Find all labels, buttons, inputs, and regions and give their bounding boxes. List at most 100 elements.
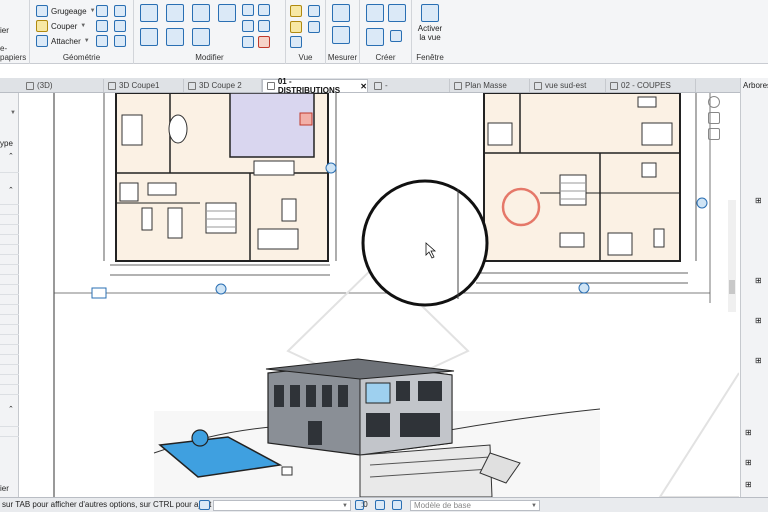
- create-assembly-icon[interactable]: [366, 28, 384, 46]
- tab-3d-coupe2[interactable]: 3D Coupe 2: [184, 79, 262, 92]
- dimension-icon[interactable]: [332, 26, 350, 44]
- workset-icon[interactable]: [199, 500, 210, 510]
- status-tool-icon[interactable]: [375, 500, 385, 510]
- split-gap-icon[interactable]: [258, 4, 270, 16]
- create-group: Créer: [360, 0, 412, 64]
- status-tool-icon[interactable]: [392, 500, 402, 510]
- zoom-icon[interactable]: [708, 112, 720, 124]
- mirror-icon[interactable]: [192, 4, 210, 22]
- scale-icon[interactable]: [258, 20, 270, 32]
- geometry-tool-icon[interactable]: [96, 20, 108, 32]
- move-icon[interactable]: [140, 28, 158, 46]
- measure-group: Mesurer: [326, 0, 360, 64]
- property-row[interactable]: [0, 297, 19, 305]
- property-row[interactable]: [0, 165, 19, 173]
- workset-dropdown[interactable]: ▼: [213, 500, 351, 511]
- properties-dropdown[interactable]: ▼: [0, 107, 19, 121]
- property-row[interactable]: [0, 367, 19, 375]
- tab-unnamed[interactable]: -: [370, 79, 450, 92]
- collapse-icon[interactable]: ⌃: [8, 186, 14, 194]
- tab-02-coupes[interactable]: 02 - COUPES: [606, 79, 696, 92]
- property-row[interactable]: [0, 287, 19, 295]
- pin-icon[interactable]: [242, 36, 254, 48]
- measure-icon[interactable]: [332, 4, 350, 22]
- steering-wheel-icon[interactable]: [708, 96, 720, 108]
- split-icon[interactable]: [242, 4, 254, 16]
- view-tool-icon[interactable]: [308, 5, 320, 17]
- property-row[interactable]: [0, 207, 19, 215]
- align-icon[interactable]: [140, 4, 158, 22]
- array-icon[interactable]: [242, 20, 254, 32]
- cut-button[interactable]: Couper ▼: [36, 20, 86, 32]
- rotate-icon[interactable]: [166, 28, 184, 46]
- property-row[interactable]: [0, 429, 19, 437]
- 3d-building-view[interactable]: [153, 358, 601, 497]
- geometry-tool-icon[interactable]: [96, 35, 108, 47]
- create-group-icon[interactable]: [388, 4, 406, 22]
- property-row[interactable]: [0, 197, 19, 205]
- linework-icon[interactable]: [290, 21, 302, 33]
- property-row[interactable]: [0, 357, 19, 365]
- trim-icon[interactable]: [192, 28, 210, 46]
- cope-button[interactable]: Grugeage ▼: [36, 5, 96, 17]
- offset-icon[interactable]: [166, 4, 184, 22]
- property-row[interactable]: [0, 317, 19, 325]
- tab-3d-coupe1[interactable]: 3D Coupe1: [104, 79, 184, 92]
- chevron-down-icon: ▼: [10, 110, 16, 116]
- expand-icon[interactable]: ⊞: [745, 428, 752, 437]
- property-row[interactable]: [0, 257, 19, 265]
- view-tool-icon[interactable]: [290, 36, 302, 48]
- drawing-canvas[interactable]: [20, 93, 739, 497]
- property-row[interactable]: [0, 227, 19, 235]
- collapse-icon[interactable]: ⌃: [8, 405, 14, 413]
- delete-icon[interactable]: [258, 36, 270, 48]
- tab-plan-masse[interactable]: Plan Masse: [450, 79, 530, 92]
- modify-group: Modifier: [134, 0, 286, 64]
- floor-plan-left[interactable]: [91, 93, 337, 299]
- geometry-tool-icon[interactable]: [114, 35, 126, 47]
- floor-plan-icon: [374, 81, 382, 90]
- geometry-tool-icon[interactable]: [114, 5, 126, 17]
- property-row[interactable]: [0, 277, 19, 285]
- tab-01-distributions[interactable]: 01 - DISTRIBUTIONS ✕: [262, 77, 368, 95]
- property-row[interactable]: [0, 247, 19, 255]
- property-row[interactable]: [0, 419, 19, 427]
- join-button[interactable]: Attacher ▼: [36, 35, 90, 47]
- property-row[interactable]: [0, 327, 19, 335]
- create-part-icon[interactable]: [366, 4, 384, 22]
- property-row[interactable]: [0, 237, 19, 245]
- geometry-tool-icon[interactable]: [96, 5, 108, 17]
- property-row[interactable]: [0, 347, 19, 355]
- sheet-icon: [267, 82, 275, 90]
- expand-icon[interactable]: ⊞: [755, 196, 762, 205]
- view-tool-icon[interactable]: [308, 21, 320, 33]
- mirror-draw-icon[interactable]: [218, 4, 236, 22]
- property-row[interactable]: [0, 267, 19, 275]
- property-row[interactable]: [0, 217, 19, 225]
- vertical-scrollbar[interactable]: [728, 200, 736, 312]
- expand-icon[interactable]: ⊞: [745, 480, 752, 489]
- design-option-dropdown[interactable]: Modèle de base ▼: [410, 500, 540, 511]
- tab-3d[interactable]: (3D): [22, 79, 104, 92]
- create-similar-icon[interactable]: [390, 30, 402, 42]
- scrollbar-thumb[interactable]: [729, 280, 735, 294]
- property-row[interactable]: [0, 307, 19, 315]
- expand-icon[interactable]: ⊞: [755, 316, 762, 325]
- property-row[interactable]: [0, 377, 19, 385]
- property-row[interactable]: [0, 337, 19, 345]
- 3d-view-icon: [534, 81, 542, 90]
- property-row[interactable]: [0, 387, 19, 395]
- paint-icon[interactable]: [290, 5, 302, 17]
- geometry-tool-icon[interactable]: [114, 20, 126, 32]
- expand-icon[interactable]: ⊞: [745, 458, 752, 467]
- close-icon[interactable]: ✕: [360, 82, 367, 91]
- expand-icon[interactable]: ⊞: [755, 356, 762, 365]
- expand-icon[interactable]: ⊞: [755, 276, 762, 285]
- navigation-tool-icon[interactable]: [708, 128, 720, 140]
- activate-view-button[interactable]: Activer la vue: [414, 4, 446, 42]
- paste-button[interactable]: ier: [0, 26, 9, 35]
- workset-count: :0: [361, 500, 368, 509]
- tab-vue-sud-est[interactable]: vue sud-est: [530, 79, 606, 92]
- modify-group-label: Modifier: [195, 53, 224, 62]
- collapse-icon[interactable]: ⌃: [8, 152, 14, 160]
